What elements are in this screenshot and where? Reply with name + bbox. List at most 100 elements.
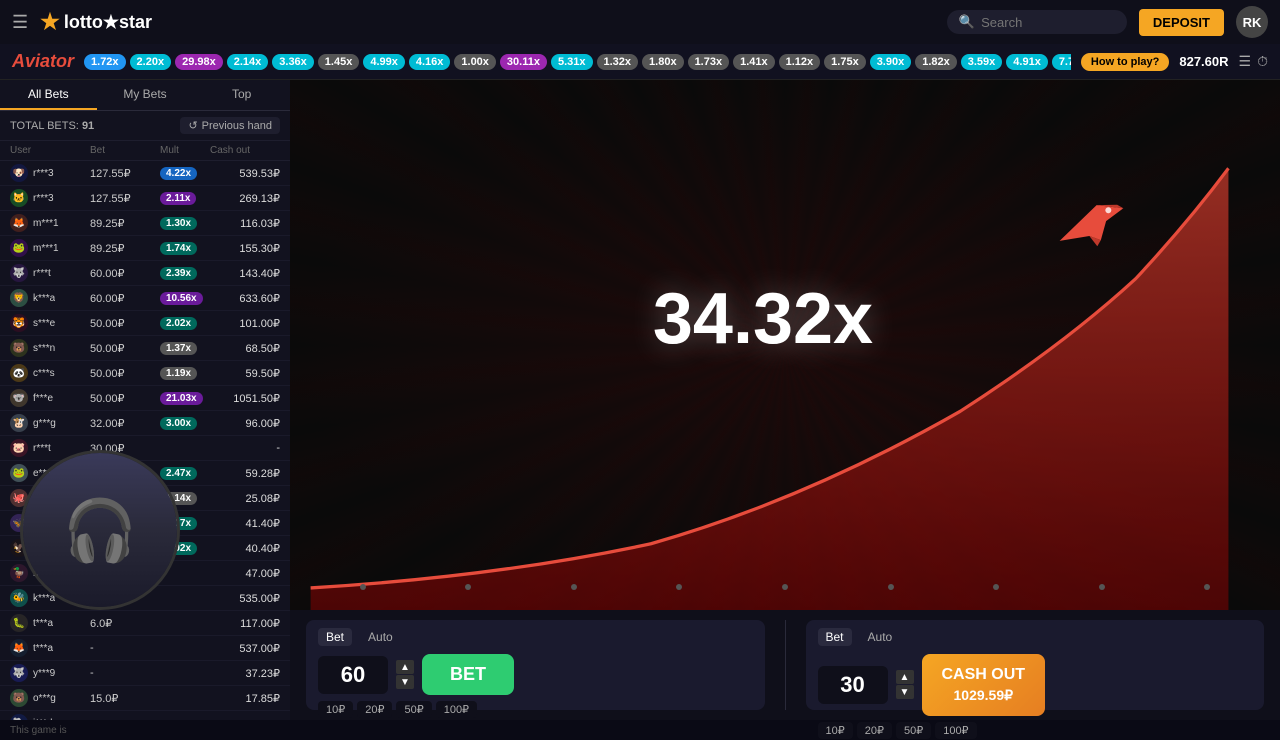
bet-amount: 50.00₽ xyxy=(90,392,160,405)
mult-pill: 1.74x xyxy=(160,242,197,255)
quick-amount-button[interactable]: 100₽ xyxy=(935,722,976,739)
quick-amount-button[interactable]: 50₽ xyxy=(396,701,431,718)
logo-text: lotto★star xyxy=(64,12,152,33)
multiplier-badge: 5.31x xyxy=(551,54,593,70)
table-row: 🐻 o***g 15.0₽ 17.85₽ xyxy=(0,686,290,711)
user-cell: 🦁 k***a xyxy=(10,289,90,307)
user-icon: 🦊 xyxy=(10,214,28,232)
multiplier-badge: 1.12x xyxy=(779,54,821,70)
stepper-up-1[interactable]: ▲ xyxy=(396,660,414,674)
cash-out-value: 1051.50₽ xyxy=(210,392,280,405)
bet-amount: 50.00₽ xyxy=(90,342,160,355)
multiplier-badge: 1.72x xyxy=(84,54,126,70)
column-header: Bet xyxy=(90,145,160,156)
user-icon: 🦁 xyxy=(10,289,28,307)
stepper-down-1[interactable]: ▼ xyxy=(396,675,414,689)
quick-amount-button[interactable]: 10₽ xyxy=(318,701,353,718)
table-row: 🐨 f***e 50.00₽ 21.03x 1051.50₽ xyxy=(0,386,290,411)
bet-amount: 127.55₽ xyxy=(90,192,160,205)
multiplier-badge: 4.91x xyxy=(1006,54,1048,70)
tab-auto-1[interactable]: Auto xyxy=(360,628,401,646)
bet-amount: 60.00₽ xyxy=(90,267,160,280)
how-to-play-button[interactable]: How to play? xyxy=(1081,53,1169,71)
table-row: 🐛 t***a 6.0₽ 117.00₽ xyxy=(0,611,290,636)
cash-out-value: - xyxy=(210,442,280,454)
user-name: m***1 xyxy=(33,218,59,229)
cash-out-value: 143.40₽ xyxy=(210,267,280,280)
user-cell: 🐮 g***g xyxy=(10,414,90,432)
multiplier-badge: 1.00x xyxy=(454,54,496,70)
mult-pill: 2.39x xyxy=(160,267,197,280)
user-icon: 🐱 xyxy=(10,189,28,207)
stepper-up-2[interactable]: ▲ xyxy=(896,670,914,684)
user-icon: 🐸 xyxy=(10,464,28,482)
quick-amount-button[interactable]: 100₽ xyxy=(436,701,477,718)
bet-amount: 6.0₽ xyxy=(90,617,160,630)
quick-amount-button[interactable]: 10₽ xyxy=(818,722,853,739)
bet-panel-2: Bet Auto 30 ▲ ▼ CASH OUT 1029.59₽ 10₽20₽… xyxy=(806,620,1265,710)
user-icon: 🦆 xyxy=(10,564,28,582)
user-name: t***a xyxy=(33,643,53,654)
multiplier-strip: 1.72x2.20x29.98x2.14x3.36x1.45x4.99x4.16… xyxy=(84,54,1071,70)
previous-hand-button[interactable]: ↺ Previous hand xyxy=(180,117,280,134)
bet-tab-my-bets[interactable]: My Bets xyxy=(97,80,194,110)
user-name: s***n xyxy=(33,343,55,354)
user-icon: 🐶 xyxy=(10,164,28,182)
timeline-dot xyxy=(360,584,366,590)
timeline-dot xyxy=(888,584,894,590)
multiplier-badge: 1.82x xyxy=(915,54,957,70)
multiplier-badge: 2.14x xyxy=(227,54,269,70)
bet-tab-top[interactable]: Top xyxy=(193,80,290,110)
avatar[interactable]: RK xyxy=(1236,6,1268,38)
multiplier-badge: 3.90x xyxy=(870,54,912,70)
timeline-dot xyxy=(571,584,577,590)
game-canvas: 34.32x xyxy=(290,80,1280,610)
cash-out-value: 155.30₽ xyxy=(210,242,280,255)
mult-pill: 1.19x xyxy=(160,367,197,380)
user-icon: 🦊 xyxy=(10,639,28,657)
tab-bet-1[interactable]: Bet xyxy=(318,628,352,646)
bet-amount: 32.00₽ xyxy=(90,417,160,430)
user-name: t***a xyxy=(33,618,53,629)
mult-pill: 4.22x xyxy=(160,167,197,180)
cash-out-value: 40.40₽ xyxy=(210,542,280,555)
search-icon: 🔍 xyxy=(959,14,975,30)
multiplier-badge: 1.32x xyxy=(597,54,639,70)
deposit-button[interactable]: DEPOSIT xyxy=(1139,9,1224,36)
multiplier-cell: 1.19x xyxy=(160,367,210,380)
hamburger-icon[interactable]: ☰ xyxy=(12,12,28,33)
multiplier-badge: 4.99x xyxy=(363,54,405,70)
user-icon: 🐘 xyxy=(10,714,28,720)
bet-tab-all-bets[interactable]: All Bets xyxy=(0,80,97,110)
tab-auto-2[interactable]: Auto xyxy=(860,628,901,646)
bet-amount: 50.00₽ xyxy=(90,317,160,330)
stepper-down-2[interactable]: ▼ xyxy=(896,685,914,699)
list-icon[interactable]: ☰ xyxy=(1239,53,1252,70)
multiplier-cell: 2.47x xyxy=(160,467,210,480)
user-name: o***g xyxy=(33,693,56,704)
quick-amount-button[interactable]: 20₽ xyxy=(857,722,892,739)
bottom-bar-text: This game is xyxy=(10,725,67,736)
stepper-1: ▲ ▼ xyxy=(396,660,414,689)
cash-out-value: 59.28₽ xyxy=(210,467,280,480)
search-bar[interactable]: 🔍 xyxy=(947,10,1127,34)
webcam-person: 🎧 xyxy=(23,453,177,607)
cash-out-value: 633.60₽ xyxy=(210,292,280,305)
cash-out-value: 25.08₽ xyxy=(210,492,280,505)
user-name: g***g xyxy=(33,418,56,429)
multiplier-badge: 1.73x xyxy=(688,54,730,70)
game-area: 34.32x Bet Auto xyxy=(290,80,1280,720)
search-input[interactable] xyxy=(981,15,1111,30)
tab-bet-2[interactable]: Bet xyxy=(818,628,852,646)
bet-panel-1-tabs: Bet Auto xyxy=(318,628,753,646)
quick-amount-button[interactable]: 50₽ xyxy=(896,722,931,739)
table-row: 🦊 t***a - 537.00₽ xyxy=(0,636,290,661)
clock-icon[interactable]: ⏱ xyxy=(1257,53,1268,70)
table-row: 🐱 r***3 127.55₽ 2.11x 269.13₽ xyxy=(0,186,290,211)
bet-amount: 89.25₽ xyxy=(90,242,160,255)
bet-button[interactable]: BET xyxy=(422,654,514,695)
cash-out-button[interactable]: CASH OUT 1029.59₽ xyxy=(922,654,1046,716)
quick-amount-button[interactable]: 20₽ xyxy=(357,701,392,718)
cash-out-value: 535.00₽ xyxy=(210,592,280,605)
bet-amount: 127.55₽ xyxy=(90,167,160,180)
